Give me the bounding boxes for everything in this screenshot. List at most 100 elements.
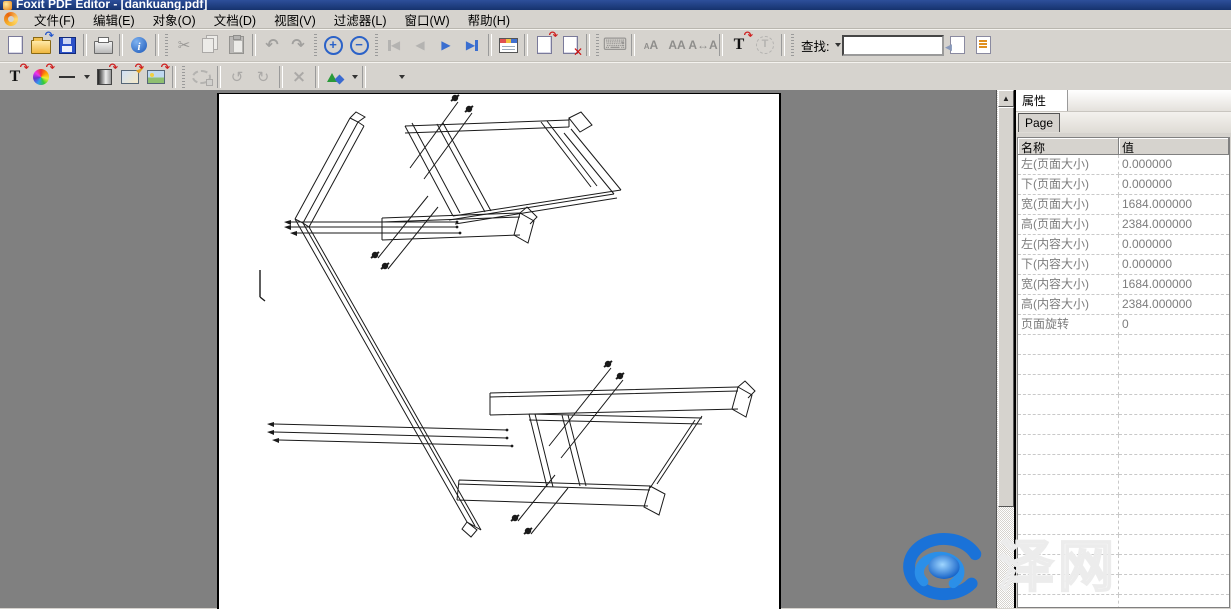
add-text-button[interactable]: T↷ — [726, 33, 752, 57]
menu-edit[interactable]: 编辑(E) — [84, 9, 144, 30]
rotate-right-button[interactable] — [250, 65, 276, 89]
print-button[interactable] — [90, 33, 116, 57]
vertical-scrollbar[interactable]: ▲ — [996, 90, 1014, 608]
font-aa-icon: AA — [644, 36, 658, 54]
separator — [279, 66, 283, 88]
next-page-button[interactable]: ▶ — [433, 33, 459, 57]
text-circle-button[interactable]: T — [752, 33, 778, 57]
find-prev-button[interactable] — [944, 33, 970, 57]
add-image-button[interactable]: ↷ — [143, 65, 169, 89]
first-page-button[interactable]: ◀ — [381, 33, 407, 57]
separator — [631, 34, 635, 56]
menu-filter[interactable]: 过滤器(L) — [325, 9, 396, 30]
add-text-object-button[interactable]: T↷ — [2, 65, 28, 89]
pdf-page[interactable] — [217, 93, 781, 609]
redo-button[interactable] — [285, 33, 311, 57]
toolbar-grip[interactable] — [182, 66, 185, 88]
new-button[interactable] — [2, 33, 28, 57]
open-button[interactable] — [28, 33, 54, 57]
prev-page-icon: ◀ — [415, 39, 424, 51]
rotate-left-icon — [231, 69, 244, 85]
paste-button[interactable] — [223, 33, 249, 57]
toolbar-grip[interactable] — [596, 34, 599, 56]
clipboard-icon — [229, 36, 244, 54]
menu-object[interactable]: 对象(O) — [144, 9, 205, 30]
empty-row — [1018, 335, 1229, 355]
toolbar-grip[interactable] — [791, 34, 794, 56]
chevron-down-icon — [835, 43, 841, 47]
toolbar-grip[interactable] — [375, 34, 378, 56]
cut-button[interactable] — [171, 33, 197, 57]
table-row[interactable]: 下(页面大小)0.000000 — [1018, 175, 1229, 195]
table-row[interactable]: 左(页面大小)0.000000 — [1018, 155, 1229, 175]
save-button[interactable] — [54, 33, 80, 57]
add-color-button[interactable]: ↷ — [28, 65, 54, 89]
keyboard-button[interactable] — [602, 33, 628, 57]
word-spacing-button[interactable]: A↔A — [690, 33, 716, 57]
table-row[interactable]: 页面旋转0 — [1018, 315, 1229, 335]
form-table-icon — [499, 38, 518, 53]
printer-icon — [94, 41, 113, 54]
gradient-fill-button[interactable]: ↷ — [91, 65, 117, 89]
font-button[interactable]: AA — [638, 33, 664, 57]
last-page-button[interactable]: ▶ — [459, 33, 485, 57]
table-header: 名称 值 — [1018, 138, 1229, 155]
rotate-left-button[interactable] — [224, 65, 250, 89]
delete-page-button[interactable]: ✕ — [557, 33, 583, 57]
zoom-in-button[interactable]: + — [320, 33, 346, 57]
rotate-page-button[interactable]: ↷ — [531, 33, 557, 57]
zoom-out-button[interactable]: − — [346, 33, 372, 57]
lasso-select-button[interactable] — [188, 65, 214, 89]
scroll-up-button[interactable]: ▲ — [998, 90, 1014, 107]
menu-window[interactable]: 窗口(W) — [396, 9, 459, 30]
empty-row — [1018, 395, 1229, 415]
insert-shapes-button[interactable] — [322, 65, 348, 89]
column-header-name[interactable]: 名称 — [1018, 138, 1119, 155]
tab-page[interactable]: Page — [1018, 113, 1060, 132]
menu-document[interactable]: 文档(D) — [205, 9, 265, 30]
table-row[interactable]: 高(内容大小)2384.000000 — [1018, 295, 1229, 315]
find-next-button[interactable] — [970, 33, 996, 57]
empty-row — [1018, 455, 1229, 475]
menu-file[interactable]: 文件(F) — [25, 9, 84, 30]
text-T-icon: T — [10, 68, 21, 86]
chevron-down-icon — [84, 75, 90, 79]
table-row[interactable]: 下(内容大小)0.000000 — [1018, 255, 1229, 275]
table-row[interactable]: 高(页面大小)2384.000000 — [1018, 215, 1229, 235]
scrollbar-thumb[interactable] — [998, 107, 1014, 507]
page-form-button[interactable] — [495, 33, 521, 57]
table-row[interactable]: 宽(内容大小)1684.000000 — [1018, 275, 1229, 295]
align-dropdown[interactable] — [395, 67, 406, 87]
column-header-value[interactable]: 值 — [1119, 138, 1229, 155]
frame-drawing[interactable] — [219, 94, 779, 609]
edit-image-button[interactable]: ↷ — [117, 65, 143, 89]
menu-help[interactable]: 帮助(H) — [459, 9, 519, 30]
find-input[interactable] — [842, 35, 944, 56]
toolbar-grip[interactable] — [165, 34, 168, 56]
table-row[interactable]: 左(内容大小)0.000000 — [1018, 235, 1229, 255]
find-prev-icon — [950, 36, 965, 54]
menu-view[interactable]: 视图(V) — [265, 9, 325, 30]
line-style-button[interactable] — [54, 65, 80, 89]
toolbar-grip[interactable] — [314, 34, 317, 56]
copy-button[interactable] — [197, 33, 223, 57]
align-objects-button[interactable] — [369, 65, 395, 89]
text-caret — [260, 270, 265, 301]
char-spacing-button[interactable]: AA — [664, 33, 690, 57]
line-style-dropdown[interactable] — [80, 67, 91, 87]
prev-page-button[interactable]: ◀ — [407, 33, 433, 57]
keyboard-icon — [603, 37, 628, 54]
panel-title-row: 属性 — [1016, 90, 1231, 112]
info-button[interactable] — [126, 33, 152, 57]
delete-object-button[interactable] — [286, 65, 312, 89]
empty-row — [1018, 555, 1229, 575]
undo-button[interactable] — [259, 33, 285, 57]
empty-row — [1018, 575, 1229, 595]
title-bar: Foxit PDF Editor - [dankuang.pdf] — [0, 0, 1231, 10]
screw-fasteners — [371, 95, 624, 534]
table-row[interactable]: 宽(页面大小)1684.000000 — [1018, 195, 1229, 215]
find-options-dropdown[interactable] — [831, 35, 842, 55]
separator — [488, 34, 492, 56]
properties-title[interactable]: 属性 — [1016, 90, 1068, 111]
shapes-dropdown[interactable] — [348, 67, 359, 87]
